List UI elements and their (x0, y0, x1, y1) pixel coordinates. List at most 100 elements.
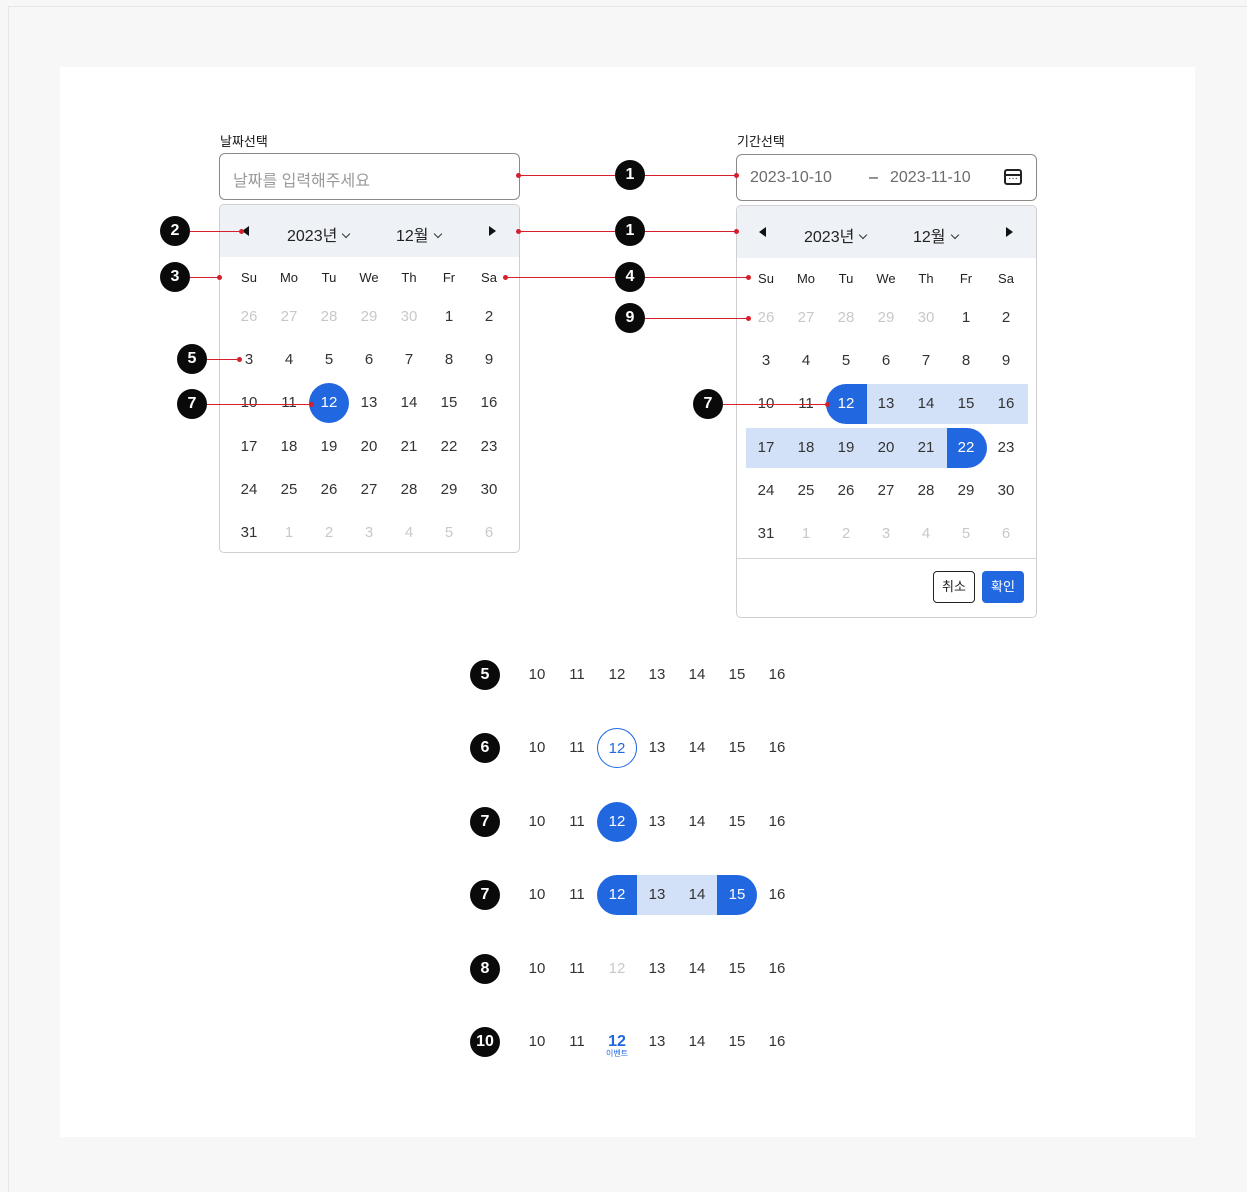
calendar-day[interactable]: 15 (946, 384, 986, 424)
legend-range-day[interactable]: 12 (597, 875, 637, 915)
calendar-day[interactable]: 4 (786, 341, 826, 381)
calendar-day[interactable]: 29 (946, 471, 986, 511)
calendar-day[interactable]: 12 (309, 383, 349, 423)
legend-event-day[interactable]: 13 (637, 1022, 677, 1062)
legend-range-day[interactable]: 16 (757, 875, 797, 915)
calendar-day[interactable]: 16 (986, 384, 1026, 424)
calendar-day[interactable]: 19 (309, 427, 349, 467)
single-date-input[interactable]: 날짜를 입력해주세요 (219, 153, 520, 200)
calendar-day[interactable]: 14 (389, 383, 429, 423)
legend-default-day[interactable]: 16 (757, 655, 797, 695)
calendar-day[interactable]: 31 (229, 513, 269, 552)
calendar-day[interactable]: 26 (746, 298, 786, 338)
legend-default-day[interactable]: 13 (637, 655, 677, 695)
legend-range-day[interactable]: 15 (717, 875, 757, 915)
legend-default-day[interactable]: 15 (717, 655, 757, 695)
legend-event-day[interactable]: 10 (517, 1022, 557, 1062)
calendar-day[interactable]: 29 (866, 298, 906, 338)
calendar-day[interactable]: 5 (826, 341, 866, 381)
calendar-day[interactable]: 28 (389, 470, 429, 510)
legend-today-day[interactable]: 15 (717, 728, 757, 768)
legend-event-day[interactable]: 15 (717, 1022, 757, 1062)
calendar-day[interactable]: 23 (986, 428, 1026, 468)
calendar-day[interactable]: 6 (349, 340, 389, 380)
legend-today-day[interactable]: 11 (557, 728, 597, 768)
legend-selected-day[interactable]: 14 (677, 802, 717, 842)
calendar-day[interactable]: 3 (866, 514, 906, 554)
calendar-day[interactable]: 29 (429, 470, 469, 510)
legend-today-day[interactable]: 10 (517, 728, 557, 768)
calendar-day[interactable]: 23 (469, 427, 509, 467)
legend-disabled-day[interactable]: 14 (677, 949, 717, 989)
range-year-select[interactable]: 2023년 (804, 223, 868, 247)
calendar-day[interactable]: 4 (269, 340, 309, 380)
confirm-button[interactable]: 확인 (982, 571, 1024, 603)
calendar-day[interactable]: 28 (906, 471, 946, 511)
calendar-day[interactable]: 3 (349, 513, 389, 552)
legend-default-day[interactable]: 12 (597, 655, 637, 695)
calendar-day[interactable]: 17 (746, 428, 786, 468)
calendar-day[interactable]: 5 (309, 340, 349, 380)
calendar-day[interactable]: 1 (946, 298, 986, 338)
legend-today-day[interactable]: 16 (757, 728, 797, 768)
calendar-day[interactable]: 30 (389, 297, 429, 337)
calendar-day[interactable]: 25 (786, 471, 826, 511)
calendar-day[interactable]: 8 (946, 341, 986, 381)
calendar-day[interactable]: 10 (229, 383, 269, 423)
legend-default-day[interactable]: 10 (517, 655, 557, 695)
calendar-day[interactable]: 16 (469, 383, 509, 423)
legend-range-day[interactable]: 14 (677, 875, 717, 915)
calendar-day[interactable]: 18 (269, 427, 309, 467)
calendar-day[interactable]: 29 (349, 297, 389, 337)
single-month-select[interactable]: 12월 (396, 222, 442, 246)
legend-selected-day[interactable]: 15 (717, 802, 757, 842)
calendar-day[interactable]: 27 (269, 297, 309, 337)
range-date-input[interactable]: 2023-10-10 – 2023-11-10 (736, 154, 1037, 201)
calendar-icon[interactable] (1004, 169, 1022, 185)
legend-range-day[interactable]: 10 (517, 875, 557, 915)
calendar-day[interactable]: 2 (986, 298, 1026, 338)
calendar-day[interactable]: 2 (309, 513, 349, 552)
calendar-day[interactable]: 25 (269, 470, 309, 510)
calendar-day[interactable]: 5 (429, 513, 469, 552)
calendar-day[interactable]: 30 (469, 470, 509, 510)
calendar-day[interactable]: 22 (429, 427, 469, 467)
next-month-icon[interactable] (1006, 227, 1013, 237)
calendar-day[interactable]: 27 (866, 471, 906, 511)
legend-default-day[interactable]: 14 (677, 655, 717, 695)
calendar-day[interactable]: 6 (986, 514, 1026, 554)
legend-today-day[interactable]: 13 (637, 728, 677, 768)
legend-disabled-day[interactable]: 16 (757, 949, 797, 989)
legend-selected-day[interactable]: 16 (757, 802, 797, 842)
calendar-day[interactable]: 7 (389, 340, 429, 380)
calendar-day[interactable]: 13 (349, 383, 389, 423)
legend-disabled-day[interactable]: 15 (717, 949, 757, 989)
calendar-day[interactable]: 20 (349, 427, 389, 467)
calendar-day[interactable]: 18 (786, 428, 826, 468)
legend-range-day[interactable]: 13 (637, 875, 677, 915)
calendar-day[interactable]: 30 (906, 298, 946, 338)
legend-today-day[interactable]: 14 (677, 728, 717, 768)
legend-event-day[interactable]: 14 (677, 1022, 717, 1062)
calendar-day[interactable]: 22 (946, 428, 986, 468)
calendar-day[interactable]: 26 (309, 470, 349, 510)
calendar-day[interactable]: 15 (429, 383, 469, 423)
calendar-day[interactable]: 8 (429, 340, 469, 380)
legend-selected-day[interactable]: 11 (557, 802, 597, 842)
legend-today-day[interactable]: 12 (597, 728, 637, 768)
calendar-day[interactable]: 2 (826, 514, 866, 554)
calendar-day[interactable]: 20 (866, 428, 906, 468)
calendar-day[interactable]: 30 (986, 471, 1026, 511)
range-month-select[interactable]: 12월 (913, 223, 959, 247)
legend-disabled-day[interactable]: 11 (557, 949, 597, 989)
next-month-icon[interactable] (489, 226, 496, 236)
calendar-day[interactable]: 28 (309, 297, 349, 337)
calendar-day[interactable]: 26 (229, 297, 269, 337)
calendar-day[interactable]: 21 (389, 427, 429, 467)
calendar-day[interactable]: 19 (826, 428, 866, 468)
legend-disabled-day[interactable]: 12 (597, 949, 637, 989)
calendar-day[interactable]: 31 (746, 514, 786, 554)
calendar-day[interactable]: 27 (786, 298, 826, 338)
calendar-day[interactable]: 4 (906, 514, 946, 554)
legend-disabled-day[interactable]: 10 (517, 949, 557, 989)
